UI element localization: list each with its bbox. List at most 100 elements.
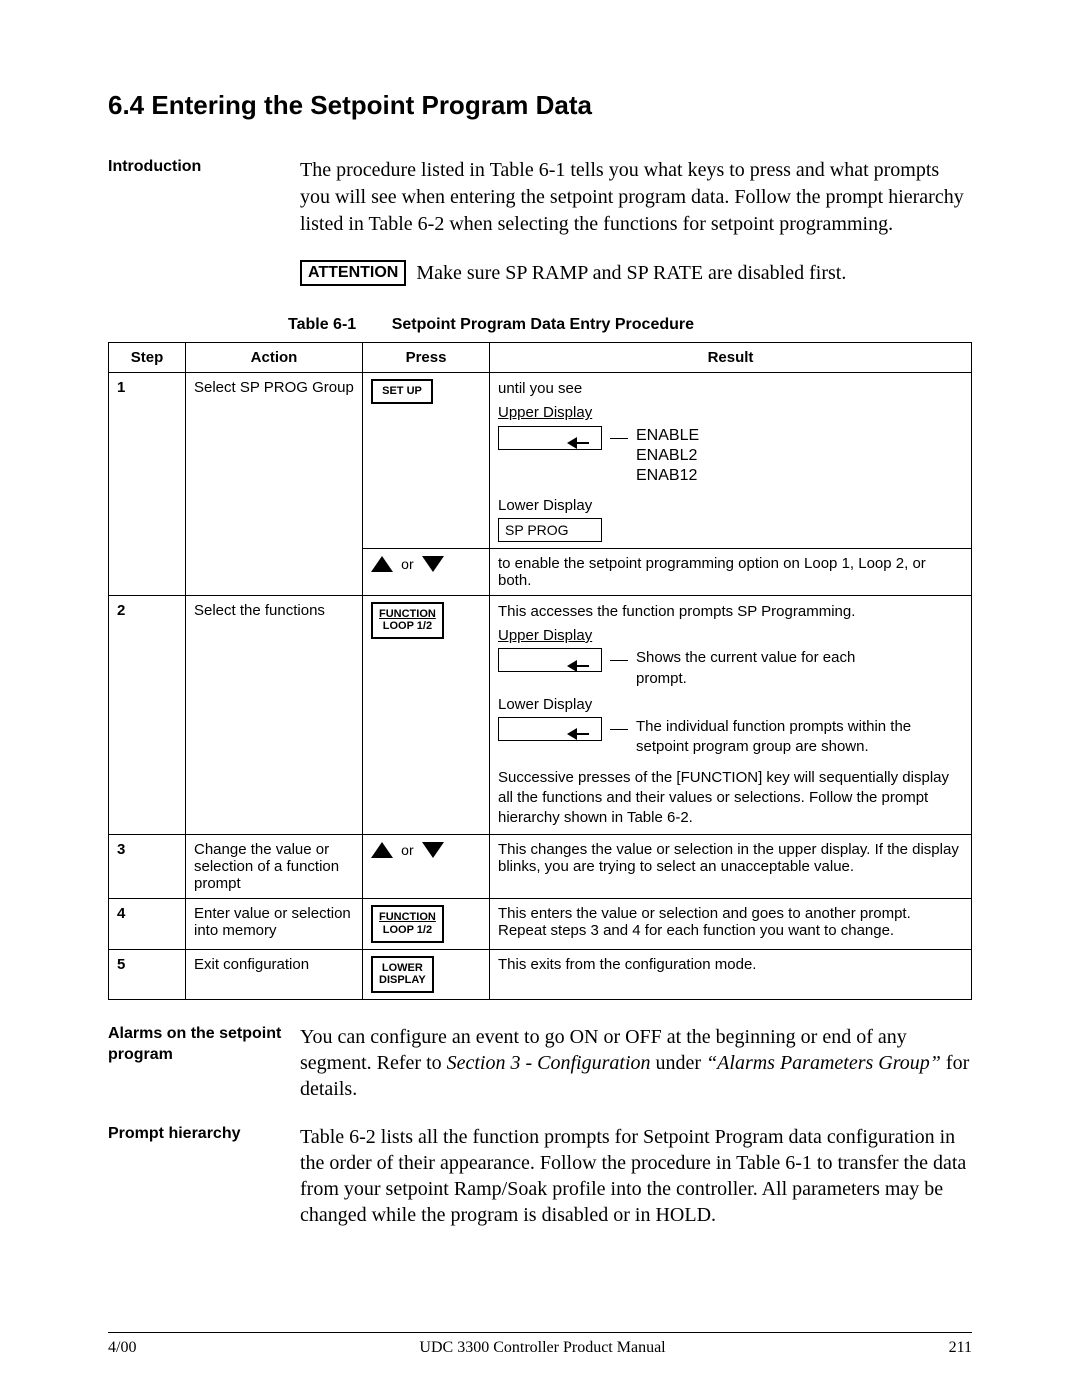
display-box: SP PROG (498, 518, 602, 542)
section-title: 6.4 Entering the Setpoint Program Data (108, 90, 972, 121)
result-cell: This changes the value or selection in t… (490, 835, 972, 899)
press-cell: LOWER DISPLAY (363, 949, 490, 999)
key-line1: FUNCTION (379, 608, 436, 620)
result-cell: to enable the setpoint programming optio… (490, 548, 972, 595)
caption-left: Table 6-1 (288, 316, 356, 333)
step-num: 3 (117, 841, 125, 858)
result-line: This accesses the function prompts SP Pr… (498, 602, 963, 622)
table-row: 4 Enter value or selection into memory F… (109, 899, 972, 949)
page-footer: 4/00 UDC 3300 Controller Product Manual … (108, 1332, 972, 1357)
lower-display-key-icon: LOWER DISPLAY (371, 956, 434, 993)
key-line2: LOOP 1/2 (383, 620, 432, 632)
caption-right: Setpoint Program Data Entry Procedure (392, 316, 694, 333)
hierarchy-text: Table 6-2 lists all the function prompts… (300, 1124, 972, 1228)
left-arrow-icon (567, 653, 589, 675)
intro-label: Introduction (108, 157, 300, 178)
connector-line (610, 660, 628, 661)
alarms-label: Alarms on the setpoint program (108, 1024, 300, 1066)
step-cell: 3 (109, 835, 186, 899)
or-text: or (401, 842, 413, 858)
action-cell: Select SP PROG Group (186, 373, 363, 596)
left-arrow-icon (567, 431, 589, 453)
step-cell: 4 (109, 899, 186, 949)
step-num: 1 (117, 379, 125, 396)
left-arrow-icon (567, 722, 589, 744)
display-box (498, 648, 602, 672)
result-para2: Successive presses of the [FUNCTION] key… (498, 768, 963, 829)
enable-option: ENABL2 (636, 446, 699, 466)
step-num: 2 (117, 602, 125, 619)
action-cell: Change the value or selection of a funct… (186, 835, 363, 899)
key-line1: LOWER (382, 962, 423, 974)
table-row: 5 Exit configuration LOWER DISPLAY This … (109, 949, 972, 999)
lower-note: The individual function prompts within t… (636, 717, 926, 758)
function-key-icon: FUNCTION LOOP 1/2 (371, 905, 444, 942)
alarms-text: You can configure an event to go ON or O… (300, 1024, 972, 1102)
down-arrow-icon (422, 842, 444, 858)
step-num: 4 (117, 905, 125, 922)
down-arrow-icon (422, 556, 444, 572)
step-cell: 1 (109, 373, 186, 596)
th-step: Step (109, 343, 186, 373)
hierarchy-row: Prompt hierarchy Table 6-2 lists all the… (108, 1124, 972, 1228)
step-num: 5 (117, 956, 125, 973)
press-cell: FUNCTION LOOP 1/2 (363, 595, 490, 835)
attention-box: ATTENTION (300, 260, 406, 286)
th-result: Result (490, 343, 972, 373)
key-line1: FUNCTION (379, 911, 436, 923)
step-cell: 5 (109, 949, 186, 999)
key-line2: LOOP 1/2 (383, 924, 432, 936)
table-row: 1 Select SP PROG Group SET UP until you … (109, 373, 972, 549)
upper-display-label: Upper Display (498, 403, 963, 423)
press-cell: or (363, 548, 490, 595)
procedure-table: Step Action Press Result 1 Select SP PRO… (108, 342, 972, 1000)
press-cell: SET UP (363, 373, 490, 549)
function-key-icon: FUNCTION LOOP 1/2 (371, 602, 444, 639)
result-cell: This enters the value or selection and g… (490, 899, 972, 949)
result-cell: This exits from the configuration mode. (490, 949, 972, 999)
enable-option: ENAB12 (636, 466, 699, 486)
connector-line (610, 438, 628, 439)
action-cell: Enter value or selection into memory (186, 899, 363, 949)
action-cell: Select the functions (186, 595, 363, 835)
th-press: Press (363, 343, 490, 373)
th-action: Action (186, 343, 363, 373)
attention-row: ATTENTION Make sure SP RAMP and SP RATE … (300, 260, 972, 286)
or-text: or (401, 556, 413, 572)
footer-center: UDC 3300 Controller Product Manual (419, 1339, 665, 1357)
hierarchy-label: Prompt hierarchy (108, 1124, 300, 1145)
footer-left: 4/00 (108, 1339, 136, 1357)
step-cell: 2 (109, 595, 186, 835)
press-cell: FUNCTION LOOP 1/2 (363, 899, 490, 949)
upper-display-label: Upper Display (498, 626, 963, 646)
table-header-row: Step Action Press Result (109, 343, 972, 373)
footer-right: 211 (949, 1339, 972, 1357)
display-box (498, 426, 602, 450)
display-box (498, 717, 602, 741)
alarms-part-c: under (651, 1052, 707, 1074)
alarms-part-d: “Alarms Parameters Group” (706, 1052, 941, 1074)
up-arrow-icon (371, 842, 393, 858)
lower-display-label: Lower Display (498, 695, 963, 715)
lower-display-label: Lower Display (498, 496, 602, 516)
key-line2: DISPLAY (379, 974, 426, 986)
table-caption: Table 6-1 Setpoint Program Data Entry Pr… (108, 316, 972, 334)
alarms-row: Alarms on the setpoint program You can c… (108, 1024, 972, 1102)
up-arrow-icon (371, 556, 393, 572)
result-intro: until you see (498, 380, 582, 397)
enable-option: ENABLE (636, 426, 699, 446)
upper-note: Shows the current value for each prompt. (636, 648, 896, 689)
attention-text: Make sure SP RAMP and SP RATE are disabl… (416, 262, 846, 284)
table-row: 3 Change the value or selection of a fun… (109, 835, 972, 899)
result-cell: until you see Upper Display ENABLE ENABL… (490, 373, 972, 549)
intro-row: Introduction The procedure listed in Tab… (108, 157, 972, 238)
connector-line (610, 729, 628, 730)
action-cell: Exit configuration (186, 949, 363, 999)
alarms-part-b: Section 3 - Configuration (447, 1052, 651, 1074)
intro-text: The procedure listed in Table 6-1 tells … (300, 157, 972, 238)
press-cell: or (363, 835, 490, 899)
result-cell: This accesses the function prompts SP Pr… (490, 595, 972, 835)
setup-key-icon: SET UP (371, 379, 433, 404)
document-page: 6.4 Entering the Setpoint Program Data I… (0, 0, 1080, 1397)
table-row: 2 Select the functions FUNCTION LOOP 1/2… (109, 595, 972, 835)
